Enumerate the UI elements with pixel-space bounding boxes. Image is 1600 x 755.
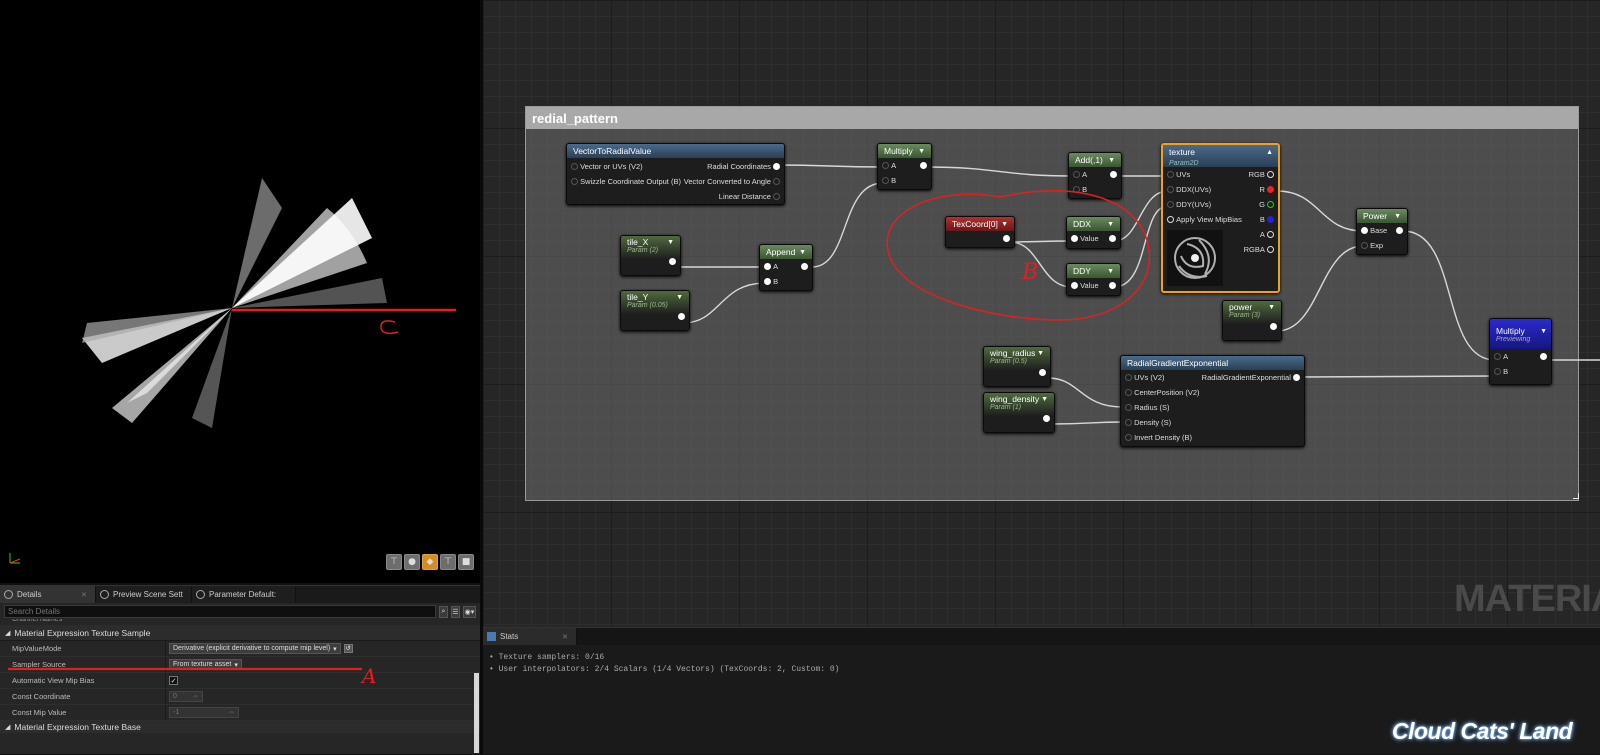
stat-line: • User interpolators: 2/4 Scalars (1/4 V… [489,664,840,674]
close-icon[interactable]: ✕ [562,633,568,641]
stats-tabbar: Stats ✕ [483,628,1600,645]
brand-logo-text: Cloud Cats' Land [1392,718,1573,744]
material-watermark: MATERIA [1454,578,1600,620]
stats-icon [487,632,496,641]
stat-text: Texture samplers: 0/16 [498,652,605,662]
tab-label: Stats [500,632,519,641]
tab-stats[interactable]: Stats ✕ [483,628,577,645]
stat-line: • Texture samplers: 0/16 [489,652,605,662]
annotation-b: B [1021,260,1038,285]
stat-text: User interpolators: 2/4 Scalars (1/4 Vec… [498,664,840,674]
